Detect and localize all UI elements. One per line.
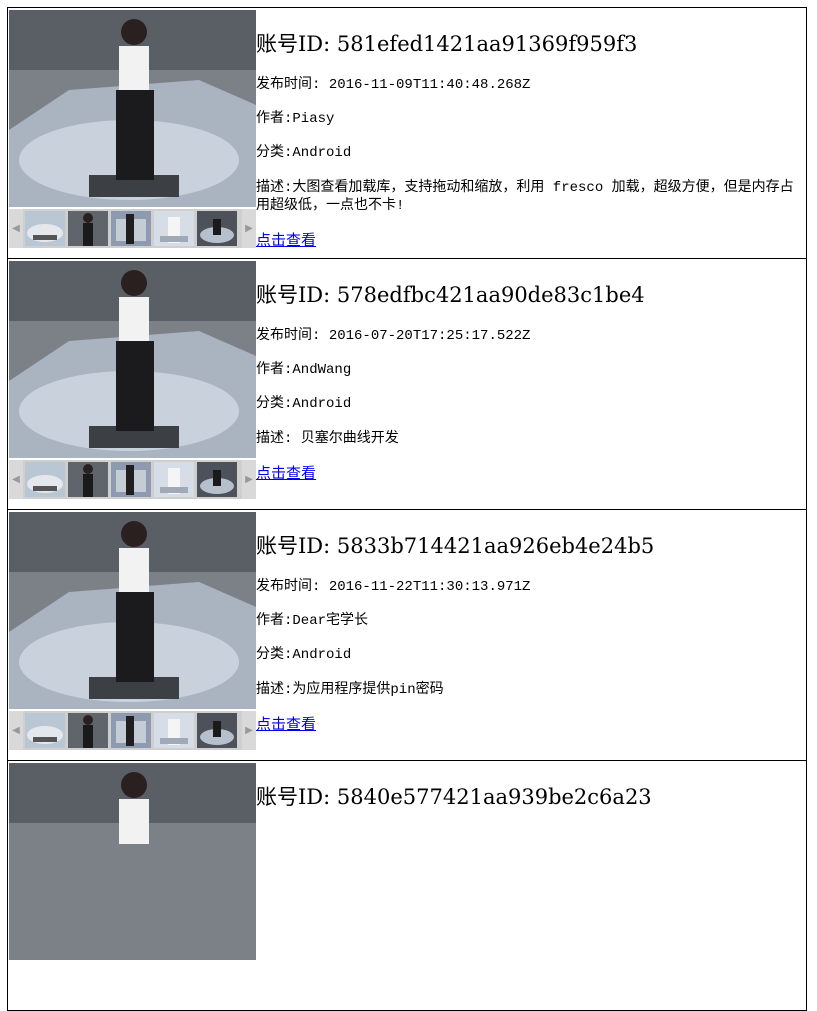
description: 描述:大图查看加载库，支持拖动和缩放，利用 fresco 加载，超级方便，但是内… [256, 180, 794, 214]
chevron-right-icon[interactable]: ▶ [242, 460, 256, 499]
chevron-right-icon[interactable]: ▶ [242, 711, 256, 750]
thumbnail-strip: ◀ ▶ [9, 460, 256, 499]
car-photo[interactable] [9, 261, 256, 458]
list-item: ◀ ▶ 账号ID: 5833b714421aa926eb4e24b5 发布时间:… [7, 509, 807, 760]
thumbnail[interactable] [111, 713, 151, 748]
chevron-left-icon[interactable]: ◀ [9, 209, 23, 248]
account-id-title: 账号ID: 5833b714421aa926eb4e24b5 [256, 534, 655, 558]
thumbnail[interactable] [197, 713, 237, 748]
description: 描述: 贝塞尔曲线开发 [256, 431, 399, 447]
publish-time: 发布时间: 2016-07-20T17:25:17.522Z [256, 328, 531, 344]
list-item: ◀ ▶ 账号ID: 581efed1421aa91369f959f3 发布时间:… [7, 7, 807, 258]
publish-time: 发布时间: 2016-11-22T11:30:13.971Z [256, 579, 531, 595]
thumbnail[interactable] [197, 211, 237, 246]
category: 分类:Android [256, 396, 352, 412]
account-id-title: 账号ID: 581efed1421aa91369f959f3 [256, 32, 638, 56]
thumbnail[interactable] [25, 462, 65, 497]
author: 作者:AndWang [256, 362, 352, 378]
thumbnail[interactable] [154, 211, 194, 246]
thumbnail[interactable] [154, 713, 194, 748]
account-id-title: 账号ID: 578edfbc421aa90de83c1be4 [256, 283, 645, 307]
thumbnail[interactable] [111, 211, 151, 246]
chevron-left-icon[interactable]: ◀ [9, 460, 23, 499]
category: 分类:Android [256, 647, 352, 663]
chevron-left-icon[interactable]: ◀ [9, 711, 23, 750]
view-link[interactable]: 点击查看 [256, 713, 316, 734]
thumbnail-strip: ◀ ▶ [9, 209, 256, 248]
car-photo[interactable] [9, 10, 256, 207]
image-gallery[interactable]: ◀ ▶ [9, 512, 256, 750]
image-gallery[interactable]: ◀ ▶ [9, 10, 256, 248]
chevron-right-icon[interactable]: ▶ [242, 209, 256, 248]
list-item: ◀ ▶ 账号ID: 578edfbc421aa90de83c1be4 发布时间:… [7, 258, 807, 509]
author: 作者:Piasy [256, 111, 335, 127]
thumbnail[interactable] [111, 462, 151, 497]
article-list: ◀ ▶ 账号ID: 581efed1421aa91369f959f3 发布时间:… [7, 7, 807, 1011]
image-gallery[interactable]: ◀ ▶ [9, 261, 256, 499]
thumbnail[interactable] [197, 462, 237, 497]
thumbnail-strip: ◀ ▶ [9, 711, 256, 750]
view-link[interactable]: 点击查看 [256, 462, 316, 483]
description: 描述:为应用程序提供pin密码 [256, 682, 444, 698]
thumbnail[interactable] [68, 713, 108, 748]
list-item: 账号ID: 5840e577421aa939be2c6a23 [7, 760, 807, 1011]
image-gallery[interactable] [9, 763, 256, 1001]
category: 分类:Android [256, 145, 352, 161]
thumbnail[interactable] [25, 713, 65, 748]
view-link[interactable]: 点击查看 [256, 229, 316, 250]
account-id-title: 账号ID: 5840e577421aa939be2c6a23 [256, 785, 652, 809]
thumbnail[interactable] [25, 211, 65, 246]
author: 作者:Dear宅学长 [256, 613, 369, 629]
car-photo[interactable] [9, 512, 256, 709]
thumbnail[interactable] [68, 211, 108, 246]
publish-time: 发布时间: 2016-11-09T11:40:48.268Z [256, 77, 531, 93]
thumbnail[interactable] [154, 462, 194, 497]
thumbnail[interactable] [68, 462, 108, 497]
